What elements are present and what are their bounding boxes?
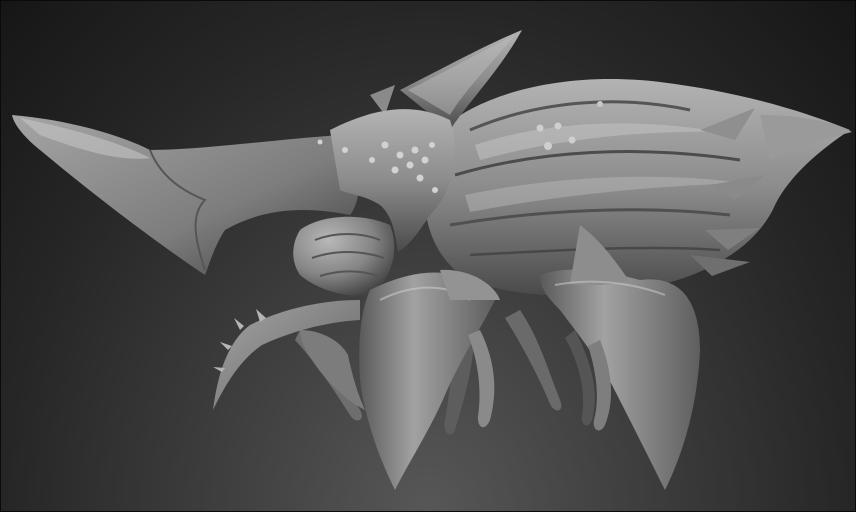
- mouth-underside: [293, 216, 395, 296]
- sculpt-viewport[interactable]: [0, 0, 856, 512]
- carapace: [425, 79, 852, 296]
- creature-sculpt-render: [12, 30, 852, 490]
- mandible-claw: [213, 300, 365, 410]
